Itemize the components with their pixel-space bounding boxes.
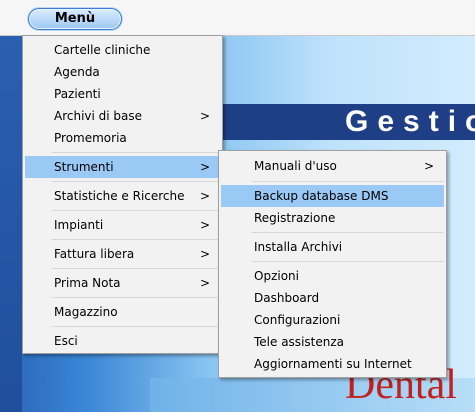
- menu-item-label: Esci: [54, 334, 78, 348]
- submenu-item-label: Tele assistenza: [254, 335, 344, 349]
- submenu-arrow-icon: >: [199, 160, 210, 174]
- submenu-item-installa-archivi[interactable]: Installa Archivi: [221, 236, 444, 258]
- menu-item-agenda[interactable]: Agenda: [25, 61, 220, 83]
- menu-separator: [51, 152, 220, 153]
- menu-item-label: Agenda: [54, 65, 100, 79]
- menu-item-label: Prima Nota: [54, 276, 121, 290]
- submenu-item-aggiornamenti-su-internet[interactable]: Aggiornamenti su Internet: [221, 353, 444, 375]
- submenu-item-label: Installa Archivi: [254, 240, 343, 254]
- app-title: Gestio: [345, 105, 475, 138]
- submenu-arrow-icon: >: [423, 159, 434, 173]
- menu-separator: [51, 326, 220, 327]
- submenu-item-label: Aggiornamenti su Internet: [254, 357, 412, 371]
- menu-item-label: Impianti: [54, 218, 104, 232]
- menu-button[interactable]: Menù: [28, 8, 122, 30]
- submenu-item-manuali-d-uso[interactable]: Manuali d'uso >: [221, 155, 444, 177]
- menu-item-fattura-libera[interactable]: Fattura libera >: [25, 243, 220, 265]
- top-bar: Menù: [0, 0, 475, 36]
- submenu-item-label: Opzioni: [254, 269, 299, 283]
- menu-item-promemoria[interactable]: Promemoria: [25, 127, 220, 149]
- submenu-arrow-icon: >: [199, 109, 210, 123]
- menu-item-label: Pazienti: [54, 87, 101, 101]
- menu-item-label: Statistiche e Ricerche: [54, 189, 185, 203]
- submenu-item-opzioni[interactable]: Opzioni: [221, 265, 444, 287]
- menu-item-archivi-di-base[interactable]: Archivi di base >: [25, 105, 220, 127]
- menu-item-esci[interactable]: Esci: [25, 330, 220, 352]
- submenu-item-label: Registrazione: [254, 211, 336, 225]
- submenu-arrow-icon: >: [199, 218, 210, 232]
- menu-item-impianti[interactable]: Impianti >: [25, 214, 220, 236]
- menu-separator: [51, 268, 220, 269]
- main-menu: Cartelle cliniche Agenda Pazienti Archiv…: [22, 35, 223, 354]
- submenu-item-dashboard[interactable]: Dashboard: [221, 287, 444, 309]
- strumenti-submenu: Manuali d'uso > Backup database DMS Regis…: [218, 150, 447, 378]
- menu-item-strumenti[interactable]: Strumenti >: [25, 156, 220, 178]
- submenu-item-label: Manuali d'uso: [254, 159, 337, 173]
- submenu-arrow-icon: >: [199, 247, 210, 261]
- submenu-arrow-icon: >: [199, 276, 210, 290]
- menu-item-label: Strumenti: [54, 160, 114, 174]
- menu-separator: [251, 261, 444, 262]
- menu-item-label: Cartelle cliniche: [54, 43, 151, 57]
- menu-item-pazienti[interactable]: Pazienti: [25, 83, 220, 105]
- menu-item-cartelle-cliniche[interactable]: Cartelle cliniche: [25, 39, 220, 61]
- submenu-arrow-icon: >: [199, 189, 210, 203]
- menu-separator: [51, 210, 220, 211]
- menu-item-label: Archivi di base: [54, 109, 143, 123]
- menu-item-label: Promemoria: [54, 131, 127, 145]
- submenu-item-configurazioni[interactable]: Configurazioni: [221, 309, 444, 331]
- submenu-item-tele-assistenza[interactable]: Tele assistenza: [221, 331, 444, 353]
- menu-separator: [51, 239, 220, 240]
- menu-separator: [51, 297, 220, 298]
- submenu-item-registrazione[interactable]: Registrazione: [221, 207, 444, 229]
- menu-separator: [51, 181, 220, 182]
- submenu-item-label: Configurazioni: [254, 313, 341, 327]
- menu-item-label: Magazzino: [54, 305, 118, 319]
- menu-item-magazzino[interactable]: Magazzino: [25, 301, 220, 323]
- left-strip: [0, 36, 22, 412]
- submenu-item-label: Backup database DMS: [254, 189, 389, 203]
- submenu-item-backup-database-dms[interactable]: Backup database DMS: [221, 185, 444, 207]
- menu-separator: [251, 181, 444, 182]
- menu-item-prima-nota[interactable]: Prima Nota >: [25, 272, 220, 294]
- menu-item-statistiche-e-ricerche[interactable]: Statistiche e Ricerche >: [25, 185, 220, 207]
- menu-item-label: Fattura libera: [54, 247, 135, 261]
- submenu-item-label: Dashboard: [254, 291, 320, 305]
- menu-separator: [251, 232, 444, 233]
